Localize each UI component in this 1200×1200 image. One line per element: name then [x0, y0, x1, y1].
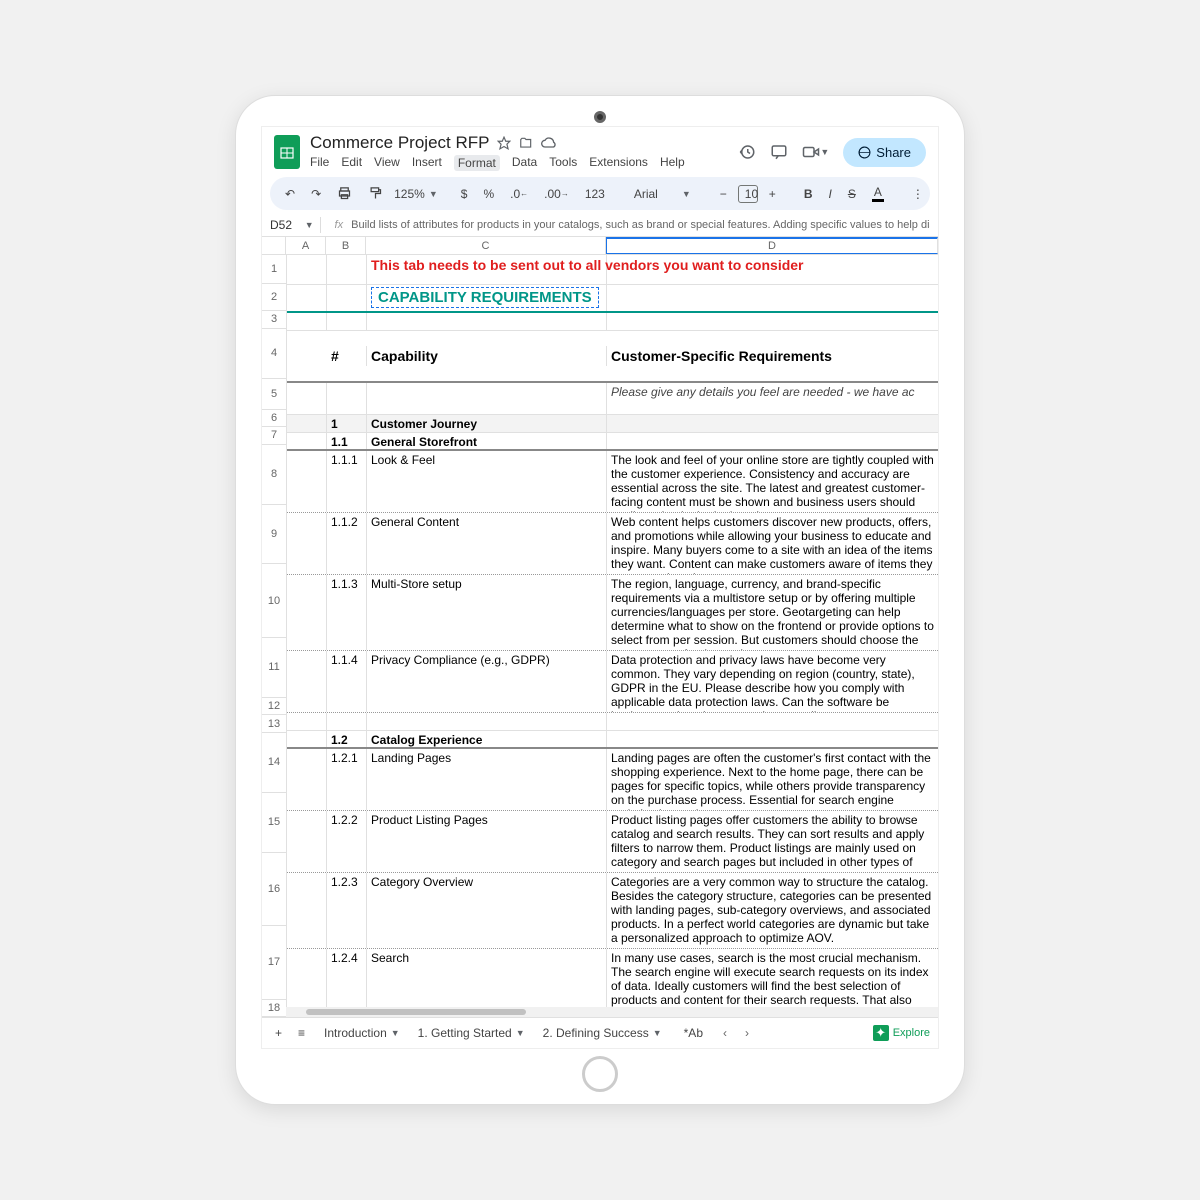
redo-button[interactable]: ↷: [306, 183, 326, 205]
currency-button[interactable]: $: [456, 183, 473, 205]
increase-decimal-button[interactable]: .00→: [539, 183, 574, 205]
row-header[interactable]: 9: [262, 505, 286, 565]
row-header[interactable]: 18: [262, 1000, 286, 1017]
formula-bar: D52 ▼ fx Build lists of attributes for p…: [262, 214, 938, 237]
add-sheet-button[interactable]: +: [270, 1022, 287, 1044]
paint-format-button[interactable]: [363, 182, 388, 205]
percent-button[interactable]: %: [478, 183, 499, 205]
row-header[interactable]: 16: [262, 853, 286, 926]
share-button[interactable]: Share: [843, 138, 926, 167]
undo-button[interactable]: ↶: [280, 183, 300, 205]
row-header[interactable]: 4: [262, 329, 286, 379]
sheet-tab[interactable]: Introduction ▼: [316, 1022, 408, 1044]
row-header[interactable]: 7: [262, 427, 286, 444]
title-bar: Commerce Project RFP FileEditViewInsertF…: [262, 127, 938, 173]
row-header[interactable]: 17: [262, 926, 286, 999]
menu-file[interactable]: File: [310, 155, 329, 171]
tab-scroll-right[interactable]: ›: [739, 1026, 755, 1040]
spreadsheet-grid[interactable]: ABCD 123456789101112131415161718 This ta…: [262, 237, 938, 1017]
row-header[interactable]: 10: [262, 564, 286, 637]
row-headers[interactable]: 123456789101112131415161718: [262, 255, 287, 1017]
star-icon[interactable]: [497, 136, 511, 150]
cells-area[interactable]: This tab needs to be sent out to all ven…: [287, 255, 938, 1017]
col-header-C[interactable]: C: [366, 237, 606, 254]
bold-button[interactable]: B: [799, 183, 818, 205]
decrease-decimal-button[interactable]: .0←: [505, 183, 533, 205]
increase-font-button[interactable]: +: [764, 183, 781, 205]
explore-button[interactable]: ✦ Explore: [873, 1025, 930, 1041]
font-selector[interactable]: Arial ▼: [628, 185, 697, 203]
font-size-input[interactable]: 10: [738, 185, 758, 203]
col-header-D[interactable]: D: [606, 237, 938, 254]
tablet-frame: Commerce Project RFP FileEditViewInsertF…: [235, 95, 965, 1105]
italic-button[interactable]: I: [823, 183, 836, 205]
menu-view[interactable]: View: [374, 155, 400, 171]
history-icon[interactable]: [738, 143, 756, 161]
home-button[interactable]: [582, 1056, 618, 1092]
row-header[interactable]: 3: [262, 311, 286, 328]
horizontal-scrollbar[interactable]: [286, 1007, 938, 1017]
row-header[interactable]: 14: [262, 733, 286, 793]
fx-icon: fx: [335, 219, 344, 231]
cloud-status-icon[interactable]: [541, 136, 557, 150]
column-headers[interactable]: ABCD: [286, 237, 938, 255]
sheet-tab[interactable]: 2. Defining Success ▼: [535, 1022, 670, 1044]
menu-insert[interactable]: Insert: [412, 155, 442, 171]
row-header[interactable]: 12: [262, 698, 286, 715]
text-color-button[interactable]: A: [867, 181, 889, 206]
document-title[interactable]: Commerce Project RFP: [310, 133, 489, 153]
row-header[interactable]: 13: [262, 715, 286, 732]
sheet-tabs-bar: + ≡ Introduction ▼1. Getting Started ▼2.…: [262, 1017, 938, 1048]
meet-icon[interactable]: ▼: [802, 145, 829, 159]
camera: [594, 111, 606, 123]
move-icon[interactable]: [519, 136, 533, 150]
more-formats-button[interactable]: 123: [580, 183, 610, 205]
decrease-font-button[interactable]: −: [715, 183, 732, 205]
app-screen: Commerce Project RFP FileEditViewInsertF…: [261, 126, 939, 1049]
col-header-B[interactable]: B: [326, 237, 366, 254]
comment-icon[interactable]: [770, 143, 788, 161]
print-button[interactable]: [332, 182, 357, 205]
row-header[interactable]: 8: [262, 445, 286, 505]
menu-data[interactable]: Data: [512, 155, 537, 171]
menu-tools[interactable]: Tools: [549, 155, 577, 171]
zoom-selector[interactable]: 125% ▼: [394, 187, 438, 201]
row-header[interactable]: 11: [262, 638, 286, 698]
menu-help[interactable]: Help: [660, 155, 685, 171]
row-header[interactable]: 2: [262, 284, 286, 311]
menu-bar: File Edit View Insert Format Data Tools Extensi…: [310, 155, 728, 171]
toolbar-more-button[interactable]: ⋮: [907, 183, 929, 205]
row-header[interactable]: 6: [262, 410, 286, 427]
menu-extensions[interactable]: Extensions: [589, 155, 648, 171]
cell-reference[interactable]: D52: [270, 218, 305, 232]
strikethrough-button[interactable]: S: [843, 183, 861, 205]
tab-scroll-left[interactable]: ‹: [717, 1026, 733, 1040]
all-sheets-button[interactable]: ≡: [293, 1022, 310, 1044]
sheet-tab[interactable]: 1. Getting Started ▼: [410, 1022, 533, 1044]
row-header[interactable]: 1: [262, 255, 286, 284]
formula-input[interactable]: Build lists of attributes for products i…: [351, 219, 930, 231]
sheet-tab-truncated[interactable]: *Ab: [676, 1022, 711, 1044]
sheets-logo-icon: [274, 135, 300, 169]
menu-format[interactable]: Format: [454, 155, 500, 171]
toolbar: ↶ ↷ 125% ▼ $ % .0← .00→ 123 Arial ▼ − 10…: [270, 177, 930, 210]
row-header[interactable]: 15: [262, 793, 286, 853]
row-header[interactable]: 5: [262, 379, 286, 410]
col-header-A[interactable]: A: [286, 237, 326, 254]
menu-edit[interactable]: Edit: [341, 155, 362, 171]
